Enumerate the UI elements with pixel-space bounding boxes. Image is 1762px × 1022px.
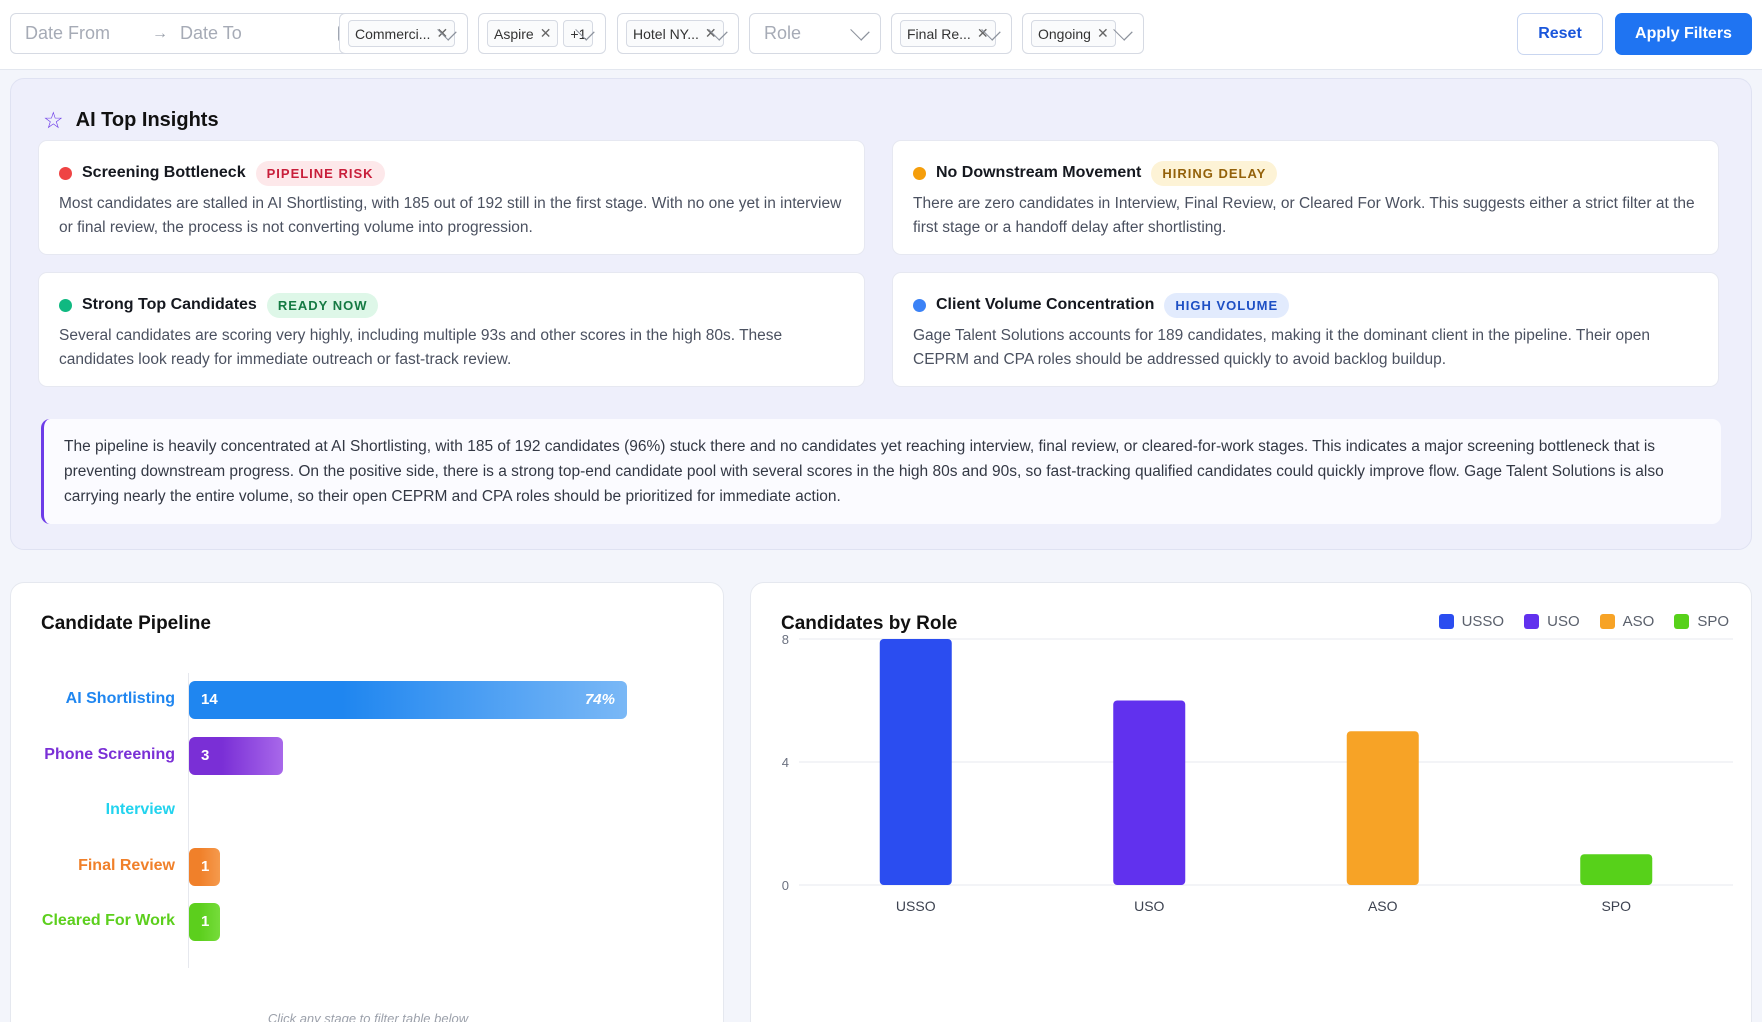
- x-tick-label: USSO: [896, 898, 936, 914]
- insight-title: Client Volume Concentration: [936, 296, 1155, 313]
- chevron-down-icon: [850, 21, 870, 41]
- stage-bar[interactable]: 14 74%: [189, 681, 627, 719]
- date-to-input[interactable]: Date To: [180, 23, 242, 44]
- insight-text: Several candidates are scoring very high…: [59, 327, 783, 368]
- star-icon: ☆: [43, 107, 64, 133]
- insights-header: ☆ AI Top Insights: [43, 109, 219, 132]
- insight-badge: HIRING DELAY: [1151, 160, 1278, 186]
- candidates-by-role-panel: Candidates by Role USSO USO ASO SPO 0 4 8 USSO…: [750, 582, 1752, 1022]
- client-tag-label: Commerci...: [355, 25, 431, 42]
- client-select[interactable]: Commerci... ✕: [339, 13, 468, 54]
- stage-tag: Final Re... ✕: [900, 20, 996, 47]
- bar[interactable]: [1580, 854, 1653, 885]
- stage-label[interactable]: Phone Screening: [44, 746, 175, 764]
- program-select[interactable]: Aspire ✕ +1: [478, 13, 606, 54]
- insight-text: Gage Talent Solutions accounts for 189 c…: [913, 327, 1651, 368]
- date-range-picker[interactable]: Date From → Date To: [10, 13, 369, 54]
- insight-title: Strong Top Candidates: [82, 296, 257, 313]
- x-tick-label: ASO: [1368, 898, 1398, 914]
- bar[interactable]: [1346, 731, 1419, 885]
- y-tick-label: 0: [782, 878, 789, 893]
- pipeline-title: Candidate Pipeline: [41, 613, 211, 634]
- x-tick-label: SPO: [1601, 898, 1631, 914]
- location-tag-label: Hotel NY...: [633, 25, 699, 42]
- stage-select[interactable]: Final Re... ✕: [891, 13, 1012, 54]
- stage-bar[interactable]: 1: [189, 847, 221, 886]
- location-select[interactable]: Hotel NY... ✕: [617, 13, 739, 54]
- close-icon[interactable]: ✕: [540, 25, 552, 42]
- status-tag: Ongoing ✕: [1031, 20, 1116, 47]
- filter-bar: Date From → Date To Commerci... ✕ Aspire ✕…: [0, 0, 1762, 70]
- program-tag: Aspire ✕: [487, 20, 559, 47]
- stage-count: 1: [201, 913, 210, 930]
- role-select[interactable]: Role: [749, 13, 881, 54]
- stage-percent: 74%: [584, 691, 615, 708]
- insights-title: AI Top Insights: [75, 109, 219, 131]
- insight-badge: READY NOW: [266, 292, 379, 318]
- status-select[interactable]: Ongoing ✕: [1022, 13, 1144, 54]
- stage-count: 3: [201, 746, 210, 764]
- stage-bar[interactable]: 1: [189, 903, 221, 941]
- stage-label[interactable]: Cleared For Work: [42, 912, 175, 930]
- arrow-right-icon: →: [152, 24, 169, 42]
- candidate-pipeline-panel: Candidate Pipeline AI Shortlisting 14 74% P…: [10, 582, 724, 1022]
- stage-count: 1: [201, 857, 210, 875]
- stage-label[interactable]: Interview: [106, 801, 175, 819]
- client-tag: Commerci... ✕: [348, 20, 456, 47]
- reset-button[interactable]: Reset: [1517, 13, 1603, 55]
- insights-summary: The pipeline is heavily concentrated at …: [41, 419, 1721, 524]
- apply-filters-button[interactable]: Apply Filters: [1615, 13, 1752, 55]
- program-tag-label: Aspire: [494, 25, 534, 42]
- insight-card: Screening Bottleneck PIPELINE RISK Most c…: [38, 140, 865, 255]
- stage-bar[interactable]: 3: [189, 736, 283, 775]
- candidates-by-role-chart: 0 4 8 USSO USO ASO SPO: [782, 632, 1733, 914]
- insight-title: Screening Bottleneck: [82, 164, 246, 181]
- chevron-down-icon: [1113, 21, 1133, 41]
- status-dot: [913, 298, 926, 312]
- stage-count: 14: [201, 691, 218, 708]
- insight-badge: PIPELINE RISK: [255, 160, 385, 186]
- insight-text: There are zero candidates in Interview, …: [913, 195, 1695, 236]
- pipeline-hint: Click any stage to filter table below: [267, 1011, 469, 1022]
- status-dot: [59, 298, 72, 312]
- status-dot: [59, 166, 72, 180]
- y-tick-label: 8: [782, 632, 789, 647]
- bar[interactable]: [1113, 700, 1186, 886]
- bar[interactable]: [879, 639, 952, 885]
- y-tick-label: 4: [782, 755, 789, 770]
- role-placeholder: Role: [764, 23, 802, 43]
- insight-card: No Downstream Movement HIRING DELAY There…: [892, 140, 1719, 255]
- close-icon[interactable]: ✕: [1097, 25, 1109, 42]
- insight-card: Client Volume Concentration HIGH VOLUME G…: [892, 272, 1719, 387]
- x-tick-label: USO: [1134, 898, 1164, 914]
- ai-insights-panel: ☆ AI Top Insights Screening Bottleneck PI…: [10, 78, 1752, 550]
- status-tag-label: Ongoing: [1038, 25, 1091, 42]
- stage-label[interactable]: Final Review: [78, 857, 175, 875]
- insight-badge: HIGH VOLUME: [1164, 292, 1290, 318]
- stage-label[interactable]: AI Shortlisting: [66, 690, 175, 708]
- insight-text: Most candidates are stalled in AI Shortl…: [59, 195, 842, 236]
- date-from-input[interactable]: Date From: [25, 23, 110, 44]
- location-tag: Hotel NY... ✕: [626, 20, 724, 47]
- insight-title: No Downstream Movement: [936, 164, 1142, 181]
- insight-card: Strong Top Candidates READY NOW Several c…: [38, 272, 865, 387]
- stage-tag-label: Final Re...: [907, 25, 971, 42]
- status-dot: [913, 166, 926, 180]
